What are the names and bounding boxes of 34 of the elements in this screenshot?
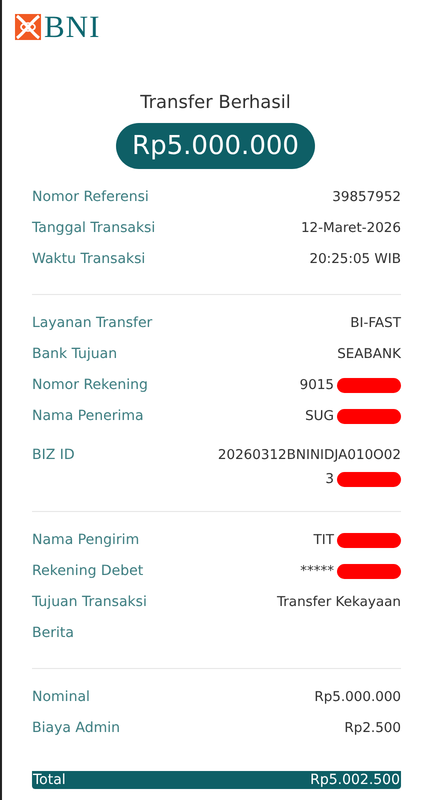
field-label: Tanggal Transaksi [32, 219, 156, 238]
field-label: Nominal [32, 688, 90, 707]
field-value: Rp5.000.000 [314, 688, 401, 707]
field-value: Rp2.500 [344, 719, 401, 738]
field-label: Berita [32, 624, 74, 643]
success-title: Transfer Berhasil [139, 92, 292, 113]
field-label: Rekening Debet [32, 562, 144, 581]
field-value: SEABANK [337, 345, 401, 364]
field-label: BIZ ID [32, 446, 75, 465]
field-label: Nama Pengirim [32, 531, 140, 550]
field-value: 3 [325, 470, 334, 489]
field-label: Bank Tujuan [32, 345, 118, 364]
field-value: 12-Maret-2026 [300, 219, 401, 238]
field-value: ***** [300, 562, 334, 581]
field-label: Nomor Referensi [32, 188, 149, 207]
field-value: TIT [314, 531, 334, 550]
field-label: Nama Penerima [32, 407, 144, 426]
field-value: 39857952 [332, 188, 401, 207]
bank-logo-icon [15, 14, 41, 40]
field-value: 20:25:05 WIB [309, 250, 401, 269]
field-label: Layanan Transfer [32, 314, 152, 333]
field-label: Nomor Rekening [32, 376, 148, 395]
field-value: SUG [305, 407, 334, 426]
total-value: Rp5.002.500 [310, 772, 400, 788]
total-label: Total [33, 772, 66, 788]
field-value: Transfer Kekayaan [276, 593, 401, 612]
field-label: Biaya Admin [32, 719, 120, 738]
field-label: Tujuan Transaksi [32, 593, 147, 612]
amount-badge: Rp5.000.000 [116, 123, 315, 169]
field-label: Waktu Transaksi [32, 250, 146, 269]
field-value: BI-FAST [350, 314, 401, 333]
field-value: 20260312BNINIDJA010O02 [218, 446, 401, 465]
bank-name: BNI [44, 12, 100, 42]
field-value: 9015 [300, 376, 334, 395]
